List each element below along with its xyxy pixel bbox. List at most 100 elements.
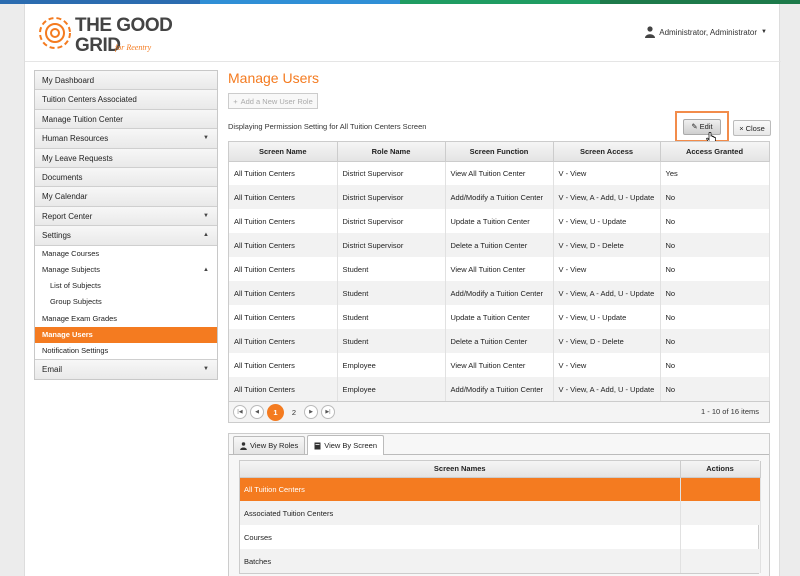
sidebar-item-tuition-centers-associated[interactable]: Tuition Centers Associated bbox=[35, 90, 217, 110]
column-header-screen-function[interactable]: Screen Function bbox=[445, 142, 554, 162]
cell-access-granted: No bbox=[660, 305, 770, 329]
pager: |◀ ◀ 1 2 ▶ ▶| 1 - 10 of 16 items bbox=[229, 401, 769, 422]
cell-actions bbox=[680, 525, 761, 549]
table-row[interactable]: All Tuition Centers Student Add/Modify a T… bbox=[229, 281, 770, 305]
sidebar-subitem-manage-courses[interactable]: Manage Courses bbox=[35, 245, 217, 262]
column-header-actions[interactable]: Actions bbox=[680, 461, 761, 478]
table-row[interactable]: All Tuition Centers Student Update a Tuiti… bbox=[229, 305, 770, 329]
previous-page-icon[interactable]: ◀ bbox=[250, 405, 264, 419]
page-1-button[interactable]: 1 bbox=[267, 403, 284, 421]
cell-screen-name: All Tuition Centers bbox=[229, 161, 338, 185]
user-icon bbox=[240, 441, 247, 450]
sidebar-item-settings[interactable]: Settings ▲ bbox=[35, 226, 217, 246]
sidebar-item-manage-tuition-center[interactable]: Manage Tuition Center bbox=[35, 109, 217, 130]
cell-role-name: District Supervisor bbox=[337, 233, 446, 257]
sidebar-item-human-resources[interactable]: Human Resources ▼ bbox=[35, 129, 217, 149]
user-icon bbox=[645, 26, 656, 38]
column-header-role-name[interactable]: Role Name bbox=[337, 142, 446, 162]
cell-actions bbox=[680, 477, 761, 501]
table-row[interactable]: All Tuition Centers District Supervisor De… bbox=[229, 233, 770, 257]
table-row[interactable]: All Tuition Centers Student View All Tuiti… bbox=[229, 257, 770, 281]
cell-access-granted: No bbox=[660, 377, 770, 401]
edit-label: Edit bbox=[699, 122, 713, 131]
user-name: Administrator, Administrator bbox=[659, 27, 758, 37]
sidebar-item-label: Manage Tuition Center bbox=[42, 114, 123, 124]
sidebar-subitem-notification-settings[interactable]: Notification Settings bbox=[35, 343, 217, 360]
sidebar-item-documents[interactable]: Documents bbox=[35, 167, 217, 188]
first-page-icon[interactable]: |◀ bbox=[233, 405, 247, 419]
cell-screen-function: Add/Modify a Tuition Center bbox=[445, 185, 554, 209]
cell-role-name: Student bbox=[337, 281, 446, 305]
cell-screen-function: Update a Tuition Center bbox=[445, 209, 554, 233]
close-label: Close bbox=[745, 123, 765, 133]
cell-access-granted: No bbox=[660, 233, 770, 257]
tab-view-by-screen[interactable]: View By Screen bbox=[307, 435, 385, 455]
cell-role-name: District Supervisor bbox=[337, 209, 446, 233]
column-header-screen-name[interactable]: Screen Name bbox=[229, 142, 338, 162]
column-header-screen-access[interactable]: Screen Access bbox=[553, 142, 661, 162]
chevron-down-icon: ▼ bbox=[203, 365, 209, 372]
last-page-icon[interactable]: ▶| bbox=[321, 405, 335, 419]
list-item[interactable]: Batches bbox=[240, 549, 761, 573]
sidebar-subitem-manage-exam-grades[interactable]: Manage Exam Grades bbox=[35, 310, 217, 327]
cell-access-granted: No bbox=[660, 353, 770, 377]
user-menu[interactable]: Administrator, Administrator ▼ bbox=[645, 26, 767, 38]
cell-screen-function: Add/Modify a Tuition Center bbox=[445, 377, 554, 401]
cell-role-name: Employee bbox=[337, 377, 446, 401]
table-row[interactable]: All Tuition Centers Employee Add/Modify a … bbox=[229, 377, 770, 401]
sidebar-item-email[interactable]: Email ▼ bbox=[35, 359, 217, 379]
cell-screen-access: V - View, D - Delete bbox=[553, 233, 661, 257]
list-item-selected[interactable]: All Tuition Centers bbox=[240, 477, 761, 501]
cell-role-name: Student bbox=[337, 257, 446, 281]
cell-screen-access: V - View bbox=[553, 257, 661, 281]
sidebar-item-label: Documents bbox=[42, 172, 83, 182]
cell-role-name: District Supervisor bbox=[337, 161, 446, 185]
sidebar-subitem-manage-subjects[interactable]: Manage Subjects ▲ bbox=[35, 261, 217, 279]
table-row[interactable]: All Tuition Centers District Supervisor Vi… bbox=[229, 161, 770, 185]
sidebar-item-label: My Calendar bbox=[42, 192, 88, 202]
column-header-screen-names[interactable]: Screen Names bbox=[240, 461, 681, 478]
page-title: Manage Users bbox=[228, 70, 320, 86]
permission-description: Displaying Permission Setting for All Tu… bbox=[228, 122, 427, 131]
sidebar-subitem-manage-users[interactable]: Manage Users bbox=[35, 327, 217, 344]
sidebar-subitem-list-of-subjects[interactable]: List of Subjects bbox=[35, 278, 217, 295]
tab-label: View By Roles bbox=[250, 441, 299, 450]
table-row[interactable]: All Tuition Centers District Supervisor Ad… bbox=[229, 185, 770, 209]
cell-screen-name: All Tuition Centers bbox=[229, 185, 338, 209]
sidebar-item-label: Human Resources bbox=[42, 134, 109, 144]
column-header-access-granted[interactable]: Access Granted bbox=[660, 142, 770, 162]
chevron-down-icon: ▼ bbox=[203, 135, 209, 142]
sidebar-item-label: Tuition Centers Associated bbox=[42, 95, 137, 105]
sidebar-subitem-group-subjects[interactable]: Group Subjects bbox=[35, 294, 217, 311]
table-row[interactable]: All Tuition Centers Employee View All Tuit… bbox=[229, 353, 770, 377]
tab-bar: View By Roles View By Screen bbox=[229, 434, 769, 455]
cell-role-name: District Supervisor bbox=[337, 185, 446, 209]
cell-access-granted: No bbox=[660, 257, 770, 281]
close-icon: × bbox=[739, 123, 744, 133]
list-item[interactable]: Courses bbox=[240, 525, 761, 549]
chevron-up-icon: ▲ bbox=[203, 266, 209, 273]
close-button[interactable]: × Close bbox=[733, 120, 771, 136]
table-row[interactable]: All Tuition Centers Student Delete a Tuiti… bbox=[229, 329, 770, 353]
cell-screen-function: View All Tuition Center bbox=[445, 353, 554, 377]
add-user-role-button[interactable]: + Add a New User Role bbox=[228, 93, 318, 109]
cell-screen-access: V - View, A - Add, U - Update bbox=[553, 281, 661, 305]
tab-view-by-roles[interactable]: View By Roles bbox=[233, 436, 306, 454]
sidebar-item-my-dashboard[interactable]: My Dashboard bbox=[35, 71, 217, 91]
chevron-up-icon: ▲ bbox=[203, 232, 209, 239]
sidebar-subitem-label: Notification Settings bbox=[42, 346, 109, 356]
chevron-down-icon: ▼ bbox=[761, 29, 767, 35]
sidebar-item-label: Settings bbox=[42, 231, 71, 241]
table-row[interactable]: All Tuition Centers District Supervisor Up… bbox=[229, 209, 770, 233]
sidebar-item-my-leave-requests[interactable]: My Leave Requests bbox=[35, 148, 217, 168]
next-page-icon[interactable]: ▶ bbox=[304, 405, 318, 419]
add-user-role-label: Add a New User Role bbox=[240, 96, 313, 106]
cell-screen-access: V - View, A - Add, U - Update bbox=[553, 377, 661, 401]
sidebar-item-my-calendar[interactable]: My Calendar bbox=[35, 187, 217, 207]
list-item[interactable]: Associated Tuition Centers bbox=[240, 501, 761, 525]
sidebar-item-report-center[interactable]: Report Center ▼ bbox=[35, 206, 217, 227]
header: THE GOOD GRID for Reentry Administrator,… bbox=[25, 4, 781, 62]
cell-screen-name: All Tuition Centers bbox=[229, 233, 338, 257]
page-2-button[interactable]: 2 bbox=[287, 405, 301, 419]
cell-screen-function: View All Tuition Center bbox=[445, 161, 554, 185]
